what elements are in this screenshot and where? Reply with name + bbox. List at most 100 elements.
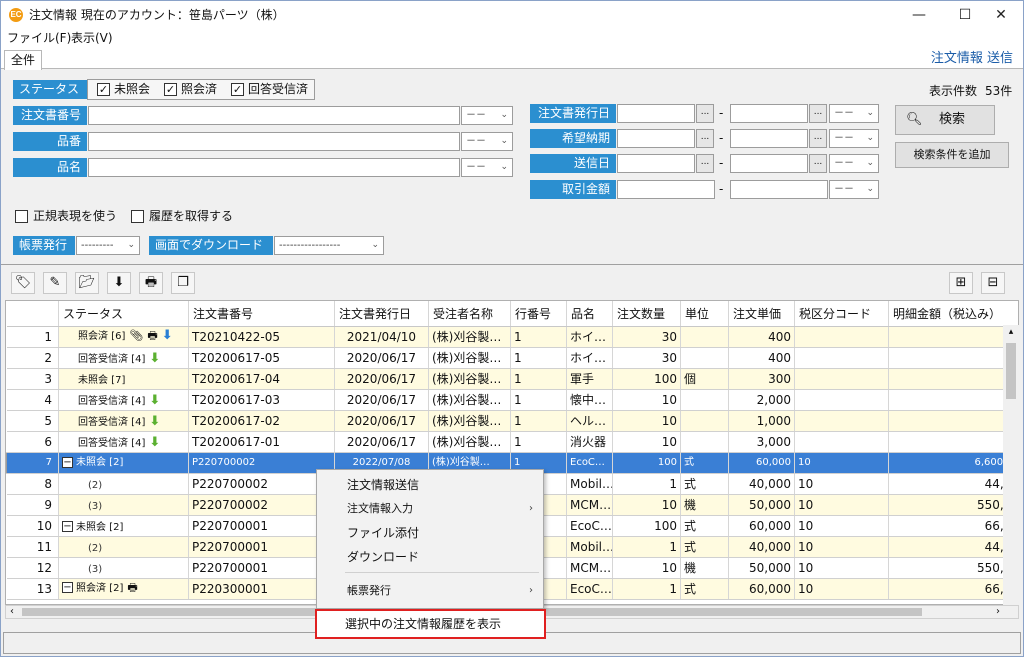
- issue-date-from[interactable]: [617, 104, 695, 123]
- collapse-toggle-icon[interactable]: −: [62, 521, 73, 532]
- status-cell: 回答受信済 [4] ⬇: [58, 389, 189, 411]
- checkbox-unread[interactable]: ✓: [97, 83, 110, 96]
- search-button[interactable]: 🔍︎ 検索: [895, 105, 995, 135]
- item-name-match-select[interactable]: －－ ⌄: [461, 158, 513, 177]
- menu-view[interactable]: 表示(V): [71, 31, 113, 45]
- cell-order: P220700002: [188, 494, 335, 516]
- download-icon[interactable]: ⬇: [107, 272, 131, 294]
- cell-line: 1: [510, 410, 567, 432]
- vertical-scrollbar[interactable]: ▴: [1003, 325, 1019, 605]
- status-text: (3): [88, 500, 103, 512]
- column-header[interactable]: 受注者名称: [428, 301, 511, 327]
- minimize-button[interactable]: —: [897, 1, 941, 29]
- ctx-send-order[interactable]: 注文情報送信: [317, 474, 543, 496]
- ctx-show-history[interactable]: 選択中の注文情報履歴を表示: [315, 609, 546, 639]
- cell-line: 1: [510, 368, 567, 390]
- table-row[interactable]: 4 回答受信済 [4] ⬇ T20200617-03 2020/06/17 (株)刈谷製……: [6, 389, 1018, 411]
- issue-date-select[interactable]: －－ ⌄: [829, 104, 879, 123]
- issue-date-to[interactable]: [730, 104, 808, 123]
- ctx-attach-file[interactable]: ファイル添付: [317, 522, 543, 544]
- ctx-report[interactable]: 帳票発行 ›: [317, 580, 543, 602]
- column-header[interactable]: 行番号: [510, 301, 567, 327]
- order-number-input[interactable]: [88, 106, 460, 125]
- delivery-date-select[interactable]: －－ ⌄: [829, 129, 879, 148]
- close-button[interactable]: ✕: [979, 1, 1023, 29]
- send-order-link[interactable]: 注文情報 送信: [931, 51, 1013, 67]
- item-name-input[interactable]: [88, 158, 460, 177]
- column-header[interactable]: ステータス: [58, 301, 189, 327]
- tab-all[interactable]: 全件: [4, 50, 43, 70]
- copy-icon[interactable]: ❐: [171, 272, 195, 294]
- scroll-right-icon[interactable]: ›: [996, 606, 1000, 617]
- sent-date-to-picker[interactable]: ...: [809, 154, 827, 173]
- collapse-all-icon[interactable]: ⊟: [981, 272, 1005, 294]
- checkbox-replied[interactable]: ✓: [231, 83, 244, 96]
- column-header[interactable]: 税区分コード: [794, 301, 889, 327]
- table-row[interactable]: 6 回答受信済 [4] ⬇ T20200617-01 2020/06/17 (株)刈谷製……: [6, 431, 1018, 453]
- ctx-order-input[interactable]: 注文情報入力 ›: [317, 498, 543, 520]
- part-number-input[interactable]: [88, 132, 460, 151]
- add-condition-button[interactable]: 検索条件を追加: [895, 142, 1009, 168]
- issue-date-label: 注文書発行日: [530, 104, 616, 123]
- cell-unit: 式: [680, 473, 729, 495]
- print-pdf-icon[interactable]: 🖶: [139, 272, 163, 294]
- amount-to[interactable]: [730, 180, 828, 199]
- report-select[interactable]: --------- ⌄: [76, 236, 140, 255]
- column-header[interactable]: 単位: [680, 301, 729, 327]
- column-header[interactable]: 注文書発行日: [334, 301, 429, 327]
- history-checkbox[interactable]: [131, 210, 144, 223]
- checkbox-viewed[interactable]: ✓: [164, 83, 177, 96]
- cell-unit: [680, 410, 729, 432]
- column-header[interactable]: 注文数量: [612, 301, 681, 327]
- column-header[interactable]: 注文書番号: [188, 301, 335, 327]
- delivery-date-to[interactable]: [730, 129, 808, 148]
- scroll-up-icon[interactable]: ▴: [1006, 327, 1016, 337]
- cell-price: 400: [728, 347, 795, 369]
- tag-icon[interactable]: 🏷︎: [11, 272, 35, 294]
- issue-date-to-picker[interactable]: ...: [809, 104, 827, 123]
- download-select[interactable]: ----------------- ⌄: [274, 236, 384, 255]
- column-header[interactable]: 注文単価: [728, 301, 795, 327]
- delivery-date-from[interactable]: [617, 129, 695, 148]
- cell-amount: [888, 431, 1018, 453]
- order-number-match-select[interactable]: －－ ⌄: [461, 106, 513, 125]
- column-header[interactable]: [6, 301, 59, 327]
- menu-file[interactable]: ファイル(F): [7, 31, 71, 45]
- cell-qty: 10: [612, 494, 681, 516]
- cell-order: P220700001: [188, 515, 335, 537]
- issue-date-from-picker[interactable]: ...: [696, 104, 714, 123]
- table-row[interactable]: 1 照会済 [6] 📎︎ 🖶 ⬇ T20210422-05 2021/04/10 (株)刈谷製…: [6, 326, 1018, 348]
- cell-price: 3,000: [728, 431, 795, 453]
- status-text: 回答受信済 [4]: [78, 353, 146, 365]
- table-row[interactable]: 3 未照会 [7] T20200617-04 2020/06/17 (株)刈谷製… 1 軍手…: [6, 368, 1018, 390]
- ctx-download[interactable]: ダウンロード: [317, 546, 543, 568]
- sent-date-to[interactable]: [730, 154, 808, 173]
- column-header[interactable]: 品名: [566, 301, 613, 327]
- scroll-left-icon[interactable]: ‹: [10, 606, 14, 617]
- status-cell: 回答受信済 [4] ⬇: [58, 431, 189, 453]
- received-arrow-icon: ⬇: [149, 434, 161, 450]
- row-number: 3: [6, 368, 59, 390]
- cell-vendor: (株)刈谷製…: [428, 326, 511, 348]
- column-header[interactable]: 明細金額（税込み）: [888, 301, 1018, 327]
- table-row[interactable]: 5 回答受信済 [4] ⬇ T20200617-02 2020/06/17 (株)刈谷製……: [6, 410, 1018, 432]
- sent-date-from-picker[interactable]: ...: [696, 154, 714, 173]
- regex-checkbox[interactable]: [15, 210, 28, 223]
- edit-icon[interactable]: ✎: [43, 272, 67, 294]
- collapse-toggle-icon[interactable]: −: [62, 582, 73, 593]
- sent-date-from[interactable]: [617, 154, 695, 173]
- amount-from[interactable]: [617, 180, 715, 199]
- sent-date-select[interactable]: －－ ⌄: [829, 154, 879, 173]
- delivery-date-to-picker[interactable]: ...: [809, 129, 827, 148]
- cell-qty: 100: [612, 368, 681, 390]
- filter-panel: ステータス ✓ 未照会 ✓ 照会済 ✓ 回答受信済 表示件数 53件 注文書番号…: [1, 70, 1023, 265]
- collapse-toggle-icon[interactable]: −: [62, 456, 73, 468]
- delivery-date-from-picker[interactable]: ...: [696, 129, 714, 148]
- cell-unit: [680, 326, 729, 348]
- scroll-thumb[interactable]: [1006, 343, 1016, 399]
- table-row[interactable]: 2 回答受信済 [4] ⬇ T20200617-05 2020/06/17 (株)刈谷製……: [6, 347, 1018, 369]
- part-number-match-select[interactable]: －－ ⌄: [461, 132, 513, 151]
- amount-select[interactable]: －－ ⌄: [829, 180, 879, 199]
- expand-all-icon[interactable]: ⊞: [949, 272, 973, 294]
- folder-icon[interactable]: 📂︎: [75, 272, 99, 294]
